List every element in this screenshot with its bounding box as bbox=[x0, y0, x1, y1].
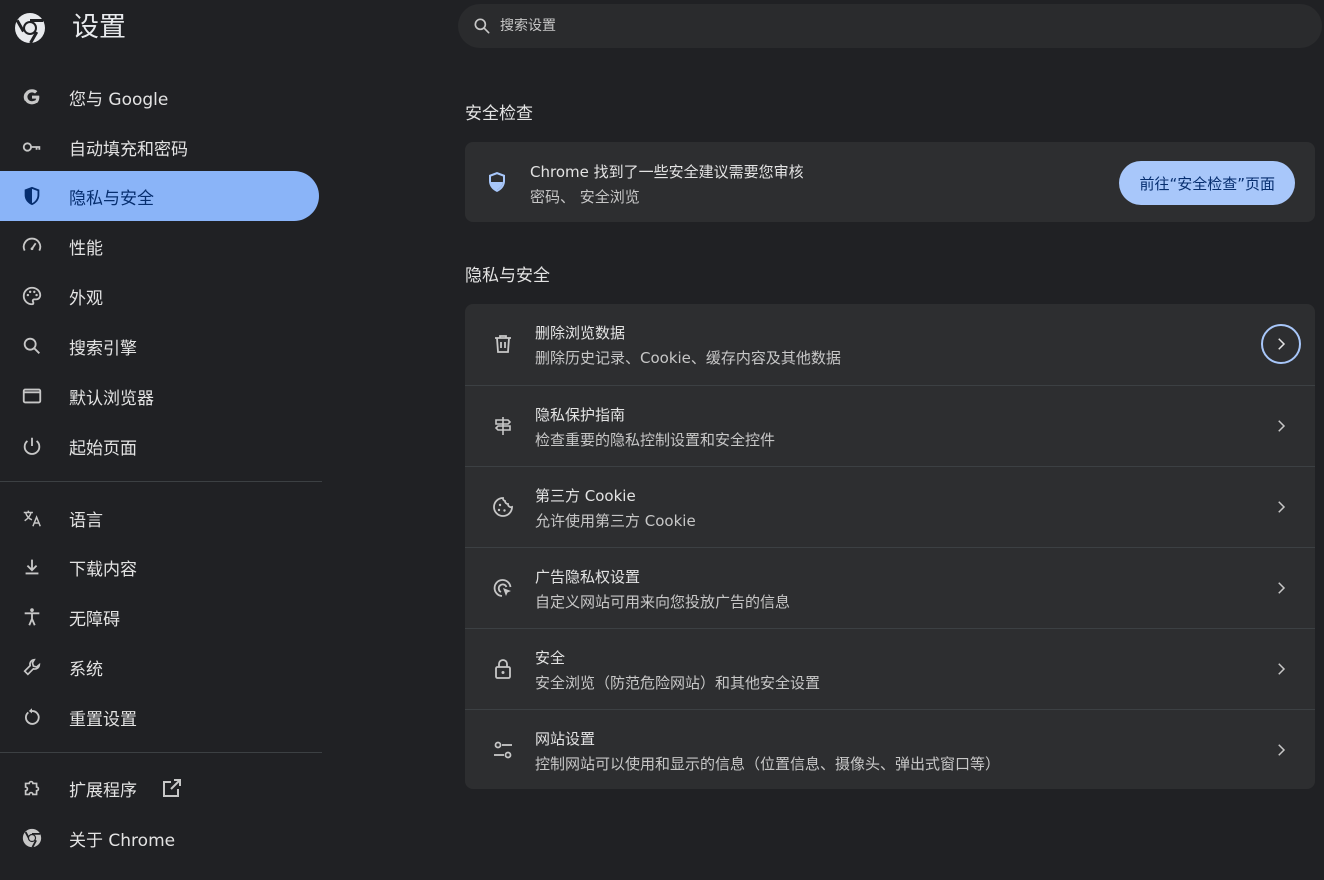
sidebar-divider bbox=[0, 481, 322, 482]
sidebar-item-label: 扩展程序 bbox=[69, 780, 137, 801]
sidebar-item-privacy-security[interactable]: 隐私与安全 bbox=[0, 171, 319, 221]
row-subtitle: 检查重要的隐私控制设置和安全控件 bbox=[535, 431, 776, 449]
go-to-safety-check-button[interactable]: 前往“安全检查”页面 bbox=[1119, 161, 1295, 205]
row-title: 隐私保护指南 bbox=[535, 406, 626, 424]
sidebar-item-label: 默认浏览器 bbox=[69, 388, 154, 409]
download-icon bbox=[20, 555, 44, 579]
power-icon bbox=[20, 434, 44, 458]
chevron-right-icon[interactable] bbox=[1261, 568, 1301, 608]
sidebar-item-label: 语言 bbox=[69, 510, 103, 531]
shield-icon bbox=[489, 172, 505, 192]
row-subtitle: 允许使用第三方 Cookie bbox=[535, 512, 696, 530]
sidebar-item-extensions[interactable]: 扩展程序 bbox=[0, 763, 319, 813]
chrome-logo-icon bbox=[15, 13, 45, 44]
sidebar-item-search-engine[interactable]: 搜索引擎 bbox=[0, 321, 319, 371]
external-link-icon[interactable] bbox=[160, 776, 184, 800]
sidebar-item-accessibility[interactable]: 无障碍 bbox=[0, 592, 319, 642]
sidebar-item-label: 关于 Chrome bbox=[69, 830, 176, 851]
chrome-logo-icon bbox=[20, 826, 44, 850]
chevron-right-icon[interactable] bbox=[1261, 649, 1301, 689]
safety-check-detail: 密码、 安全浏览 bbox=[530, 188, 640, 206]
sidebar-item-label: 无障碍 bbox=[69, 609, 120, 630]
page-title: 设置 bbox=[72, 12, 126, 43]
sidebar-item-languages[interactable]: 语言 bbox=[0, 493, 319, 543]
row-security[interactable]: 安全 安全浏览（防范危险网站）和其他安全设置 bbox=[465, 628, 1315, 709]
sidebar-item-label: 重置设置 bbox=[69, 709, 137, 730]
search-input[interactable] bbox=[500, 18, 1260, 34]
row-ad-privacy[interactable]: 广告隐私权设置 自定义网站可用来向您投放广告的信息 bbox=[465, 547, 1315, 628]
row-title: 安全 bbox=[535, 649, 566, 667]
search-bar[interactable] bbox=[458, 4, 1322, 48]
ad-privacy-icon bbox=[493, 579, 512, 597]
row-title: 广告隐私权设置 bbox=[535, 568, 641, 586]
sidebar-item-label: 隐私与安全 bbox=[69, 188, 154, 209]
safety-check-heading: 安全检查 bbox=[465, 104, 533, 124]
puzzle-icon bbox=[20, 776, 44, 800]
sidebar-divider bbox=[0, 752, 322, 753]
privacy-security-heading: 隐私与安全 bbox=[465, 266, 550, 286]
search-icon bbox=[20, 334, 44, 358]
row-title: 删除浏览数据 bbox=[535, 324, 626, 342]
row-subtitle: 自定义网站可用来向您投放广告的信息 bbox=[535, 593, 791, 611]
browser-window-icon bbox=[20, 384, 44, 408]
sidebar-item-reset-settings[interactable]: 重置设置 bbox=[0, 692, 319, 742]
lock-icon bbox=[495, 659, 511, 679]
reset-icon bbox=[20, 705, 44, 729]
row-title: 网站设置 bbox=[535, 730, 596, 748]
row-clear-browsing-data[interactable]: 删除浏览数据 删除历史记录、Cookie、缓存内容及其他数据 bbox=[465, 304, 1315, 385]
speedometer-icon bbox=[20, 234, 44, 258]
accessibility-icon bbox=[20, 605, 44, 629]
sidebar-item-system[interactable]: 系统 bbox=[0, 642, 319, 692]
sidebar-item-label: 系统 bbox=[69, 659, 103, 680]
row-subtitle: 安全浏览（防范危险网站）和其他安全设置 bbox=[535, 674, 821, 692]
signpost-icon bbox=[494, 417, 512, 435]
google-g-icon bbox=[20, 85, 44, 109]
row-third-party-cookies[interactable]: 第三方 Cookie 允许使用第三方 Cookie bbox=[465, 466, 1315, 547]
chevron-right-icon[interactable] bbox=[1261, 406, 1301, 446]
translate-icon bbox=[20, 506, 44, 530]
sidebar-item-on-startup[interactable]: 起始页面 bbox=[0, 421, 319, 471]
wrench-icon bbox=[20, 655, 44, 679]
key-icon bbox=[20, 135, 44, 159]
cookie-icon bbox=[493, 497, 513, 517]
safety-check-card: Chrome 找到了一些安全建议需要您审核 密码、 安全浏览 前往“安全检查”页… bbox=[465, 142, 1315, 222]
sidebar-item-appearance[interactable]: 外观 bbox=[0, 271, 319, 321]
row-site-settings[interactable]: 网站设置 控制网站可以使用和显示的信息（位置信息、摄像头、弹出式窗口等） bbox=[465, 709, 1315, 790]
sidebar-item-autofill[interactable]: 自动填充和密码 bbox=[0, 122, 319, 172]
trash-icon bbox=[495, 335, 511, 353]
shield-icon bbox=[20, 184, 44, 208]
sidebar-item-label: 下载内容 bbox=[69, 559, 137, 580]
row-title: 第三方 Cookie bbox=[535, 487, 636, 505]
search-icon bbox=[474, 18, 490, 34]
sidebar-item-about-chrome[interactable]: 关于 Chrome bbox=[0, 813, 319, 863]
sidebar-item-label: 性能 bbox=[69, 238, 103, 259]
sidebar-item-label: 您与 Google bbox=[69, 89, 169, 110]
sidebar-item-label: 起始页面 bbox=[69, 438, 137, 459]
sidebar-item-default-browser[interactable]: 默认浏览器 bbox=[0, 371, 319, 421]
sidebar-item-you-and-google[interactable]: 您与 Google bbox=[0, 72, 319, 122]
sidebar-item-label: 自动填充和密码 bbox=[69, 139, 188, 160]
sidebar-item-downloads[interactable]: 下载内容 bbox=[0, 542, 319, 592]
row-privacy-guide[interactable]: 隐私保护指南 检查重要的隐私控制设置和安全控件 bbox=[465, 385, 1315, 466]
row-subtitle: 删除历史记录、Cookie、缓存内容及其他数据 bbox=[535, 349, 841, 367]
app-brand: 设置 bbox=[14, 10, 126, 46]
chevron-right-icon[interactable] bbox=[1261, 730, 1301, 770]
row-subtitle: 控制网站可以使用和显示的信息（位置信息、摄像头、弹出式窗口等） bbox=[535, 755, 1001, 773]
chevron-right-icon[interactable] bbox=[1261, 487, 1301, 527]
sidebar-item-performance[interactable]: 性能 bbox=[0, 221, 319, 271]
sidebar-item-label: 外观 bbox=[69, 288, 103, 309]
safety-check-headline: Chrome 找到了一些安全建议需要您审核 bbox=[530, 163, 804, 181]
privacy-settings-card: 删除浏览数据 删除历史记录、Cookie、缓存内容及其他数据 隐私保护指南 检查… bbox=[465, 304, 1315, 789]
tune-icon bbox=[494, 741, 512, 759]
chevron-right-icon[interactable] bbox=[1261, 324, 1301, 364]
sidebar-item-label: 搜索引擎 bbox=[69, 338, 137, 359]
palette-icon bbox=[20, 284, 44, 308]
